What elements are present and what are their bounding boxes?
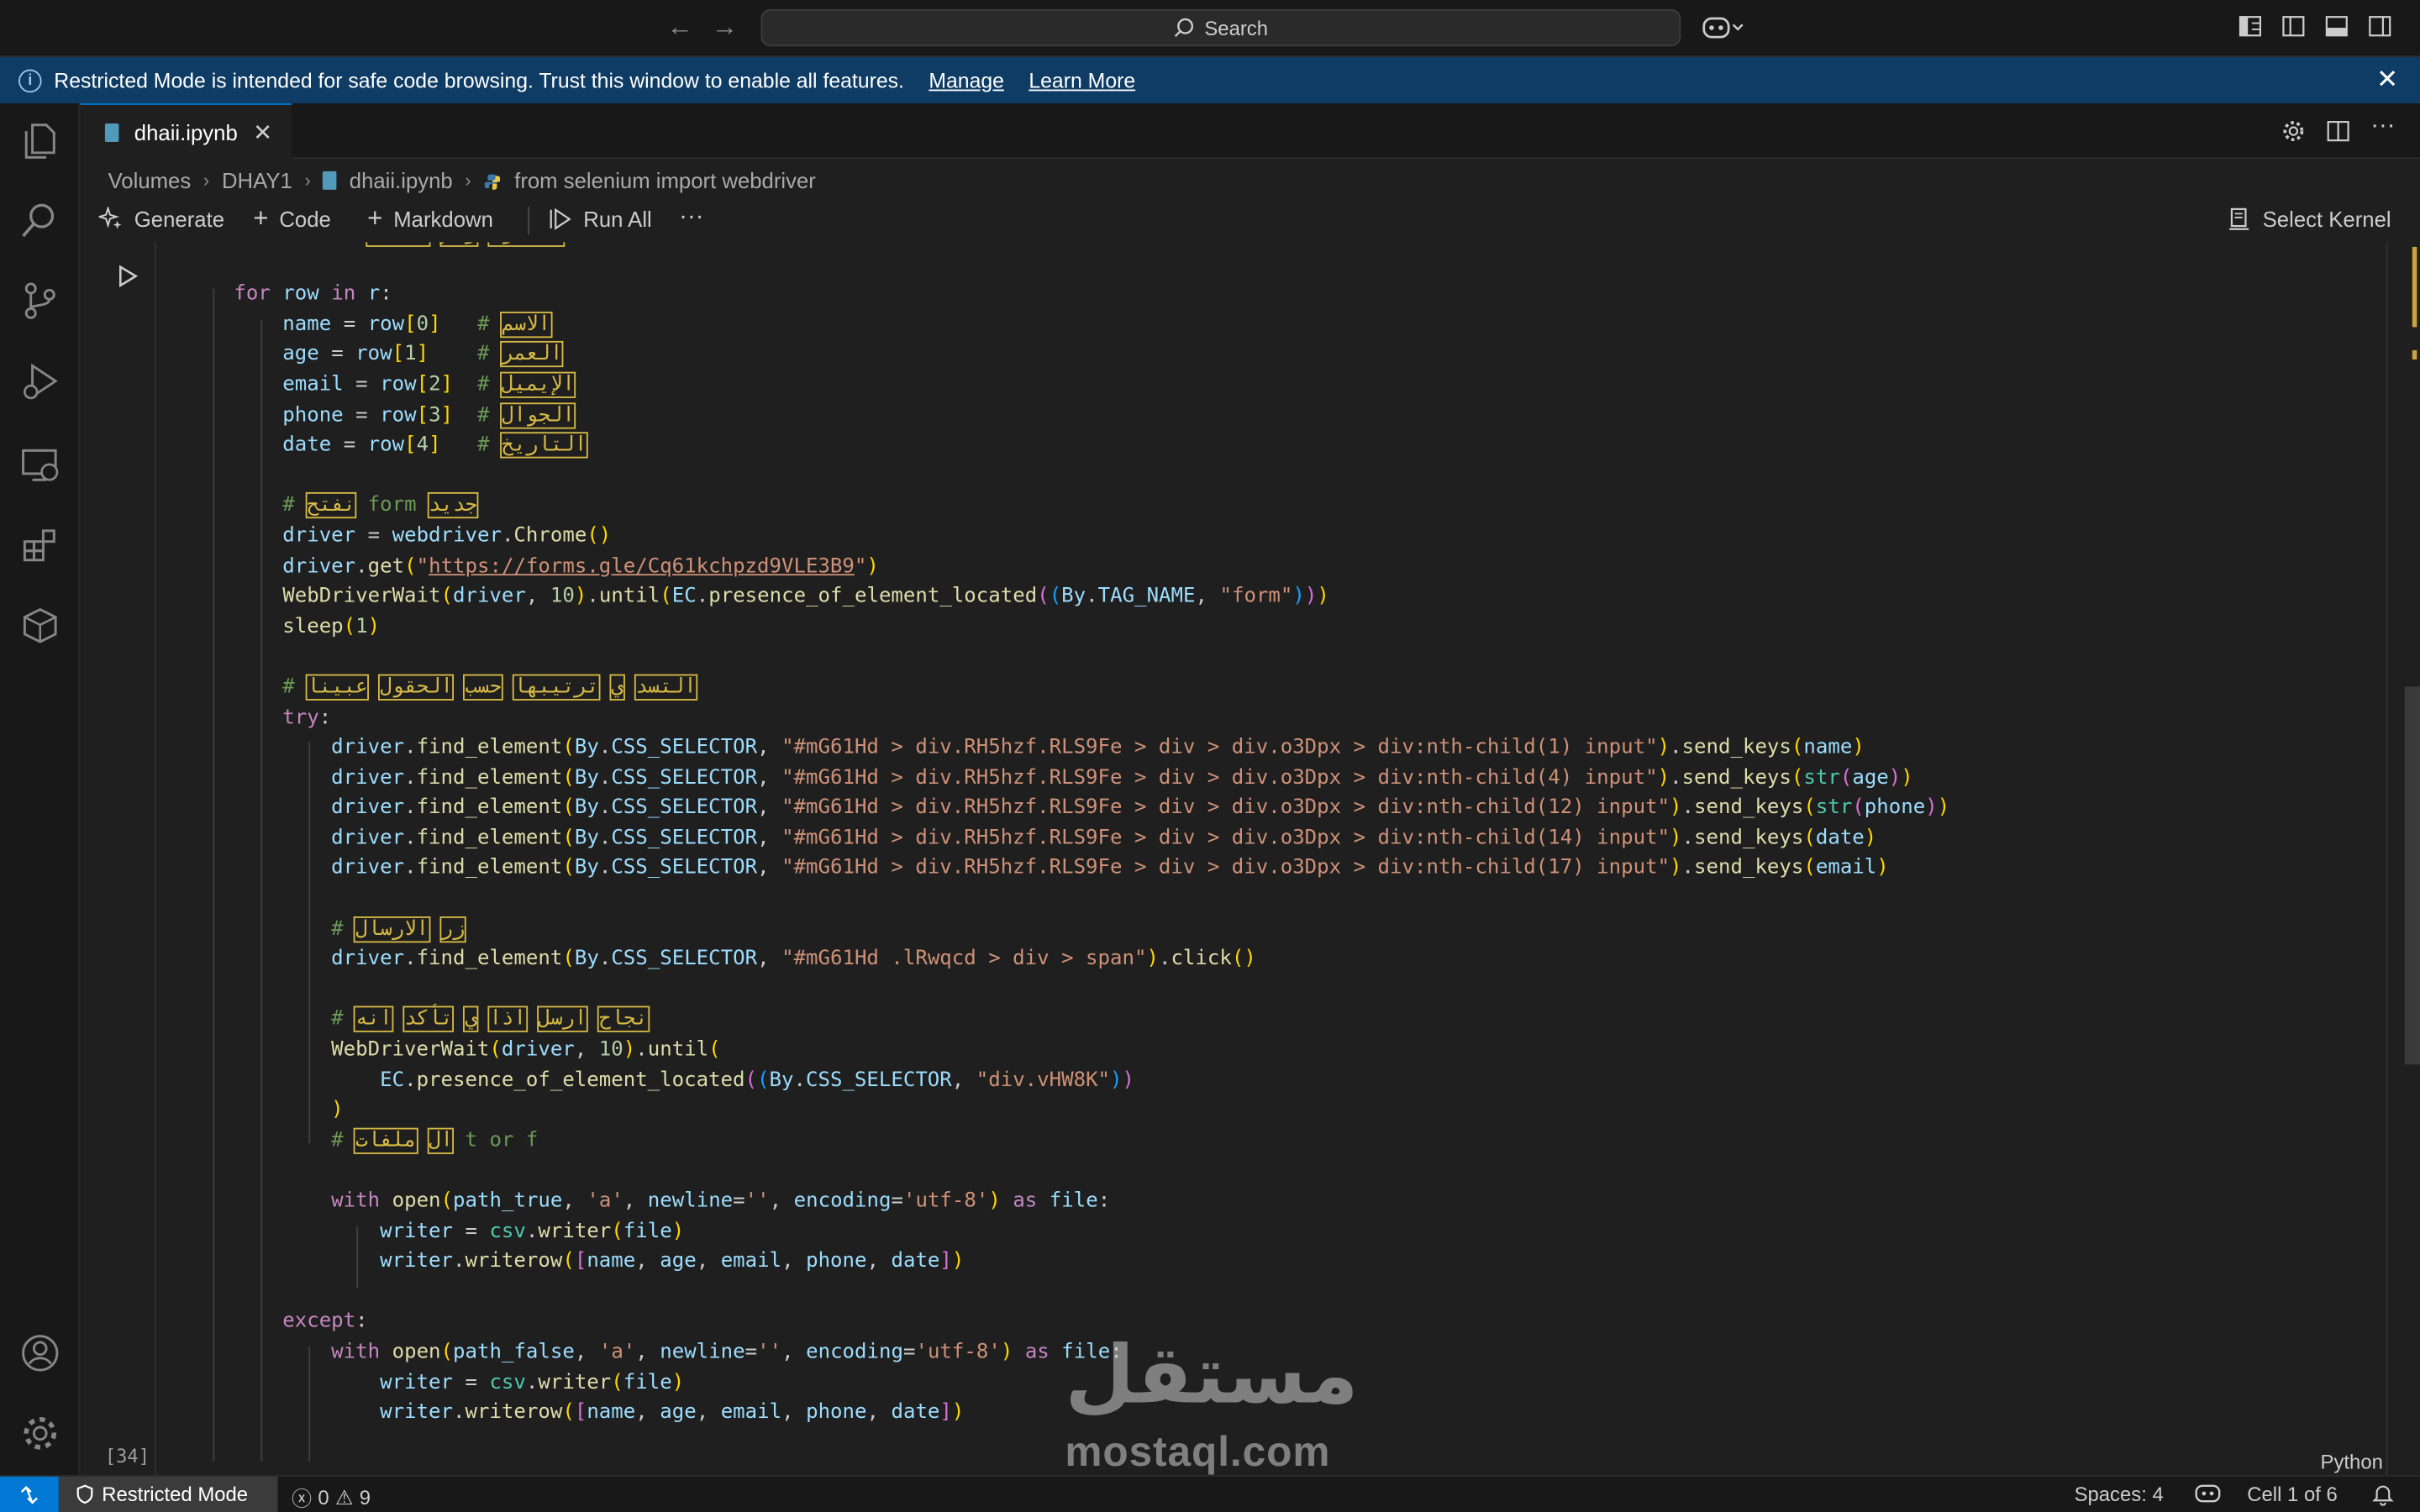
settings-gear-icon[interactable] [18, 1412, 61, 1455]
chevron-right-icon: › [203, 170, 210, 192]
close-tab-icon[interactable]: ✕ [253, 118, 272, 145]
breadcrumb-dhay1[interactable]: DHAY1 [222, 168, 292, 192]
source-control-icon[interactable] [18, 279, 61, 322]
play-icon [118, 265, 139, 288]
title-bar: ← → Search [0, 0, 2420, 57]
cell-position-status[interactable]: Cell 1 of 6 [2247, 1483, 2338, 1506]
notifications-bell-icon[interactable] [2372, 1483, 2394, 1506]
copilot-status-icon[interactable] [2195, 1483, 2221, 1504]
run-debug-icon[interactable] [18, 360, 61, 402]
plus-icon: + [367, 203, 383, 234]
scrollbar-thumb[interactable] [2404, 686, 2420, 1065]
restricted-mode-banner: i Restricted Mode is intended for safe c… [0, 56, 2420, 104]
error-icon: ⓧ [292, 1487, 313, 1511]
remote-indicator-icon[interactable] [0, 1476, 59, 1512]
run-all-button[interactable]: Run All [548, 207, 652, 232]
execute-cell-button[interactable] [111, 260, 142, 291]
notebook-file-icon [323, 171, 338, 190]
watermark-logo: مستقل [1065, 1330, 1359, 1423]
generate-button[interactable]: Generate [98, 207, 225, 232]
shield-info-icon: i [18, 68, 42, 92]
command-center-search[interactable]: Search [760, 9, 1681, 47]
toggle-secondary-sidebar-icon[interactable] [2368, 14, 2392, 39]
execution-count: [34] [104, 1446, 150, 1467]
overview-ruler-marker [2412, 349, 2417, 360]
sparkle-icon [98, 207, 122, 229]
status-bar: Restricted Mode ⓧ 0 ⚠ 9 Spaces: 4 Cell 1… [0, 1474, 2420, 1512]
learn-more-link[interactable]: Learn More [1028, 69, 1135, 92]
error-count: 0 [318, 1485, 329, 1509]
copilot-icon[interactable] [1702, 14, 1745, 50]
python-icon [483, 171, 502, 190]
tab-label: dhaii.ipynb [134, 119, 238, 144]
editor-tab-bar: dhaii.ipynb ✕ ··· [80, 103, 2420, 160]
warning-icon: ⚠ [335, 1484, 354, 1509]
notebook-settings-icon[interactable] [2281, 118, 2306, 151]
notebook-file-icon [104, 123, 119, 142]
watermark-text: mostaql.com [1065, 1428, 1331, 1475]
overview-ruler-marker [2412, 246, 2417, 328]
generate-label: Generate [134, 207, 225, 232]
breadcrumb: Volumes › DHAY1 › dhaii.ipynb › from sel… [108, 166, 816, 194]
kernel-icon [2229, 207, 2249, 230]
add-markdown-cell-button[interactable]: + Markdown [367, 203, 493, 234]
breadcrumb-volumes[interactable]: Volumes [108, 168, 192, 192]
toggle-primary-sidebar-icon[interactable] [2281, 14, 2306, 39]
restricted-mode-status[interactable]: Restricted Mode [58, 1476, 278, 1512]
accounts-icon[interactable] [18, 1331, 61, 1374]
run-all-icon [550, 207, 571, 230]
breadcrumb-file[interactable]: dhaii.ipynb [350, 168, 453, 192]
close-icon[interactable]: ✕ [2376, 65, 2398, 96]
tab-dhaii-ipynb[interactable]: dhaii.ipynb ✕ [80, 103, 292, 160]
indentation-status[interactable]: Spaces: 4 [2075, 1483, 2164, 1506]
markdown-label: Markdown [393, 207, 493, 232]
back-arrow-icon[interactable]: ← [666, 13, 692, 44]
containers-icon[interactable] [18, 603, 61, 646]
problems-status[interactable]: ⓧ 0 ⚠ 9 [292, 1483, 371, 1512]
toggle-panel-icon[interactable] [2324, 14, 2349, 39]
remote-explorer-icon[interactable] [18, 443, 61, 486]
shield-icon [76, 1484, 93, 1504]
more-actions-icon[interactable]: ··· [2370, 113, 2395, 140]
search-icon [1175, 18, 1194, 38]
extensions-icon[interactable] [18, 523, 61, 566]
code-label: Code [279, 207, 331, 232]
explorer-icon[interactable] [18, 118, 61, 161]
chevron-right-icon: › [304, 170, 311, 192]
select-kernel-label: Select Kernel [2262, 207, 2391, 232]
restricted-mode-label: Restricted Mode [102, 1483, 249, 1506]
activity-bar [0, 103, 81, 1475]
manage-link[interactable]: Manage [929, 69, 1004, 92]
run-all-label: Run All [583, 207, 652, 232]
more-actions-icon: ··· [679, 203, 704, 230]
cell-language-label[interactable]: Python [2321, 1451, 2383, 1474]
customize-layout-icon[interactable] [2238, 14, 2262, 39]
forward-arrow-icon[interactable]: → [712, 13, 738, 44]
select-kernel-button[interactable]: Select Kernel [2227, 207, 2391, 232]
plus-icon: + [253, 203, 269, 234]
toolbar-more-button[interactable]: ··· [679, 203, 703, 231]
search-label: Search [1204, 16, 1269, 39]
notebook-editor: next(r) # الجدول راس نتخطى for row in r:… [81, 242, 2420, 1475]
notebook-toolbar: Generate + Code + Markdown Run All ··· S… [81, 201, 2420, 241]
warning-count: 9 [359, 1485, 371, 1509]
banner-message: Restricted Mode is intended for safe cod… [54, 68, 904, 92]
add-code-cell-button[interactable]: + Code [253, 203, 331, 234]
split-editor-icon[interactable] [2326, 118, 2350, 151]
code-editor-text[interactable]: next(r) # الجدول راس نتخطى for row in r:… [185, 242, 1949, 1428]
chevron-right-icon: › [465, 170, 471, 192]
search-icon[interactable] [18, 199, 61, 242]
breadcrumb-cell[interactable]: from selenium import webdriver [514, 168, 816, 192]
toolbar-divider [528, 207, 529, 235]
